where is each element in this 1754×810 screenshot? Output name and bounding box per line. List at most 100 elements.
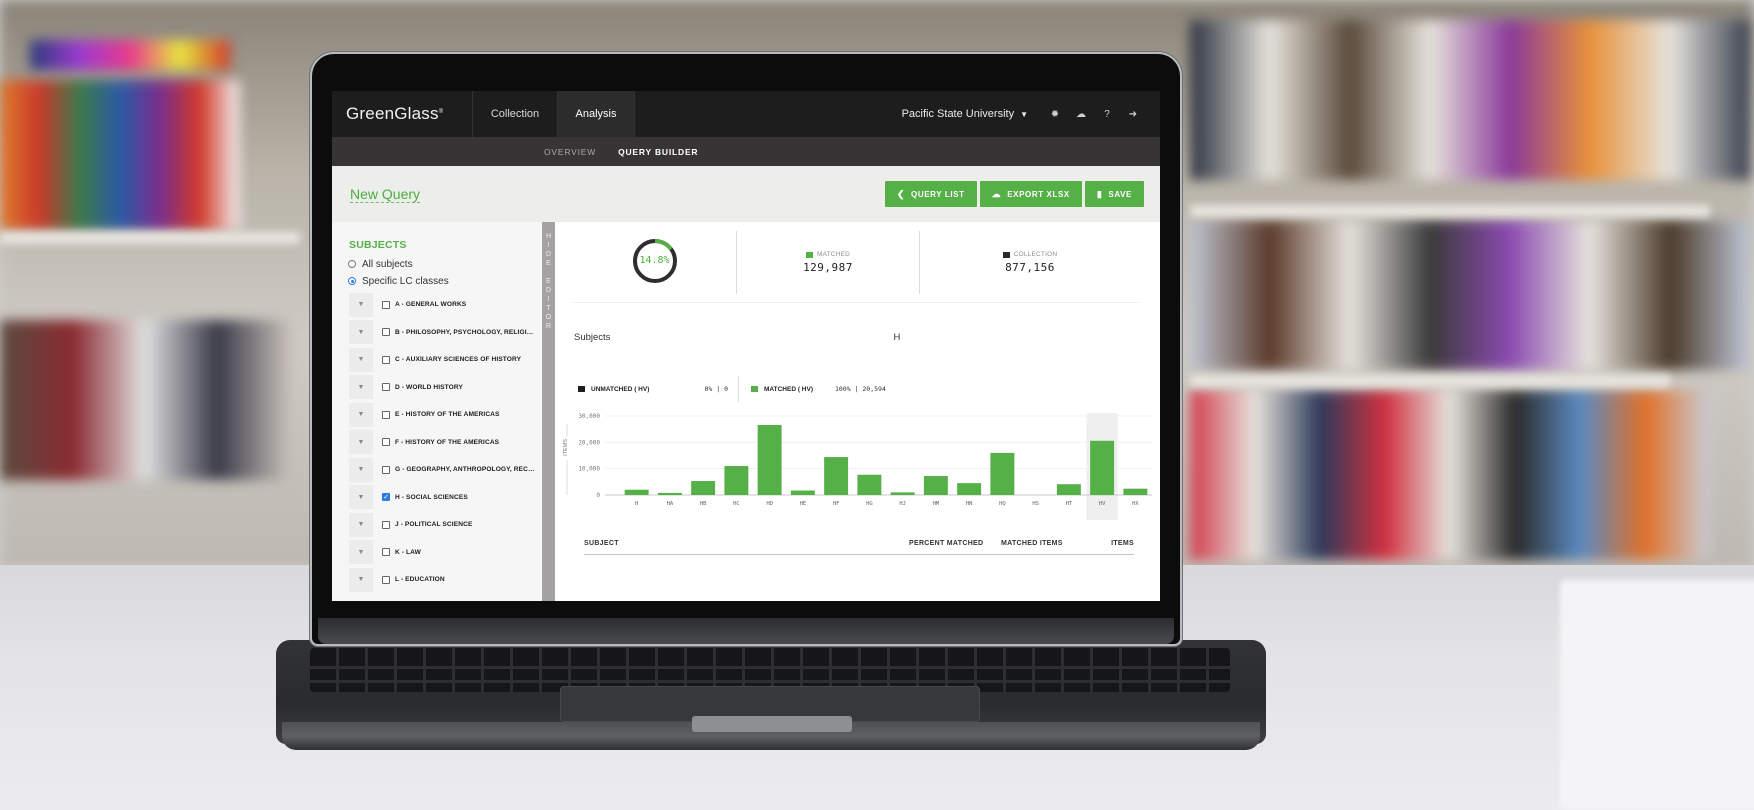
y-tick-label: 30,000 xyxy=(578,413,600,420)
save-button[interactable]: ▮ SAVE xyxy=(1084,181,1144,207)
subnav-query-builder[interactable]: QUERY BUILDER xyxy=(618,147,698,157)
button-label: SAVE xyxy=(1108,189,1132,199)
shelf xyxy=(1190,375,1670,387)
bar-hv xyxy=(1090,440,1115,495)
lc-class-checkbox[interactable] xyxy=(382,383,390,392)
y-axis-label: ITEMS xyxy=(563,439,569,456)
x-tick-label: HF xyxy=(833,501,840,507)
lc-class-checkbox[interactable] xyxy=(382,548,390,557)
help-icon[interactable]: ? xyxy=(1094,109,1120,120)
blurred-books xyxy=(1190,390,1710,560)
nav-tab-analysis[interactable]: Analysis xyxy=(558,91,635,137)
expand-caret-icon[interactable]: ▼ xyxy=(349,292,373,317)
blurred-books xyxy=(30,40,230,70)
bar-hc xyxy=(724,466,749,495)
lc-class-checkbox[interactable] xyxy=(382,410,390,419)
legend-divider xyxy=(738,376,739,402)
lc-class-checkbox[interactable] xyxy=(382,328,390,337)
lc-class-label: B - PHILOSOPHY, PSYCHOLOGY, RELIGION xyxy=(395,328,535,336)
chevron-left-icon: ❮ xyxy=(896,188,906,199)
sub-nav: OVERVIEW QUERY BUILDER xyxy=(332,137,1160,166)
matched-stat: MATCHED 129,987 xyxy=(737,231,920,294)
nav-tab-label: Collection xyxy=(490,108,540,120)
lc-class-label: K - LAW xyxy=(395,548,421,556)
lc-class-label: A - GENERAL WORKS xyxy=(395,301,467,309)
institution-name: Pacific State University xyxy=(901,108,1015,120)
legend-matched: MATCHED ( HV) 100% | 20,594 xyxy=(751,385,886,393)
brand-logo[interactable]: GreenGlass ® xyxy=(332,91,473,137)
x-tick-label: HE xyxy=(800,501,807,507)
lc-class-label: H - SOCIAL SCIENCES xyxy=(395,493,468,501)
radio-specific-lc-classes[interactable]: Specific LC classes xyxy=(348,275,542,287)
bar-hd xyxy=(757,424,782,495)
paper-stack xyxy=(1560,580,1754,810)
col-matched-items[interactable]: MATCHED ITEMS xyxy=(1001,540,1101,547)
collection-label-row: COLLECTION xyxy=(1002,251,1058,258)
lc-class-checkbox[interactable] xyxy=(382,355,390,364)
col-percent-matched[interactable]: PERCENT MATCHED xyxy=(909,540,1001,547)
shelf xyxy=(0,232,300,244)
logout-icon[interactable]: ➜ xyxy=(1120,109,1146,120)
hide-editor-letter: I xyxy=(547,296,550,303)
expand-caret-icon[interactable]: ▼ xyxy=(349,567,373,592)
hide-editor-letter: O xyxy=(545,314,552,321)
nav-right: Pacific State University ▼ ✹ ☁ ? ➜ xyxy=(902,91,1160,137)
lc-class-label: C - AUXILIARY SCIENCES OF HISTORY xyxy=(395,356,522,364)
radio-label: Specific LC classes xyxy=(362,275,449,287)
lc-class-label: J - POLITICAL SCIENCE xyxy=(395,521,473,529)
collection-value: 877,156 xyxy=(1005,261,1055,274)
laptop-notch xyxy=(692,716,852,732)
x-tick-label: HX xyxy=(1132,501,1139,507)
chart-legend: UNMATCHED ( HV) 0% | 0 MATCHED ( HV) 100… xyxy=(578,376,1160,402)
query-title[interactable]: New Query xyxy=(350,186,421,203)
lc-class-item: ▼ ✓ H - SOCIAL SCIENCES xyxy=(332,484,542,512)
expand-caret-icon[interactable]: ▼ xyxy=(349,402,373,427)
subnav-overview[interactable]: OVERVIEW xyxy=(544,147,596,157)
hide-editor-letter: D xyxy=(545,287,552,294)
lc-class-checkbox[interactable] xyxy=(382,465,390,474)
hide-editor-handle[interactable]: HIDE EDITOR xyxy=(542,222,555,601)
cloud-download-icon[interactable]: ☁ xyxy=(1068,109,1094,120)
col-items[interactable]: ITEMS xyxy=(1101,540,1134,547)
nav-tab-collection[interactable]: Collection xyxy=(473,91,558,137)
section-title: Subjects xyxy=(574,332,611,343)
lc-class-checkbox[interactable] xyxy=(382,520,390,529)
expand-caret-icon[interactable]: ▼ xyxy=(349,512,373,537)
bar-ha xyxy=(657,492,682,495)
expand-caret-icon[interactable]: ▼ xyxy=(349,457,373,482)
bar-he xyxy=(790,490,815,495)
bookmark-icon: ▮ xyxy=(1096,188,1103,199)
gear-icon[interactable]: ✹ xyxy=(1042,109,1068,120)
radio-all-subjects[interactable]: All subjects xyxy=(348,259,542,270)
radio-button[interactable] xyxy=(348,260,356,268)
y-tick-label: 10,000 xyxy=(578,466,600,473)
lc-class-checkbox[interactable] xyxy=(382,438,390,447)
col-subject[interactable]: SUBJECT xyxy=(584,540,909,547)
y-tick-label: 20,000 xyxy=(578,439,600,446)
expand-caret-icon[interactable]: ▼ xyxy=(349,430,373,455)
radio-button[interactable] xyxy=(348,277,356,285)
collection-stat: COLLECTION 877,156 xyxy=(920,231,1140,294)
hide-editor-letter: D xyxy=(545,251,552,258)
lc-class-checkbox[interactable] xyxy=(382,575,390,584)
expand-caret-icon[interactable]: ▼ xyxy=(349,540,373,565)
expand-caret-icon[interactable]: ▼ xyxy=(349,485,373,510)
lc-class-checkbox[interactable] xyxy=(382,300,390,309)
query-titlebar: New Query ❮ QUERY LIST ☁ EXPORT XLSX ▮ S… xyxy=(332,166,1160,222)
matched-value: 129,987 xyxy=(803,261,853,274)
caret-down-icon: ▼ xyxy=(1020,109,1028,119)
blurred-books xyxy=(1190,20,1750,180)
expand-caret-icon[interactable]: ▼ xyxy=(349,320,373,345)
query-list-button[interactable]: ❮ QUERY LIST xyxy=(884,181,977,207)
hide-editor-letter: I xyxy=(547,242,550,249)
expand-caret-icon[interactable]: ▼ xyxy=(349,375,373,400)
export-xlsx-button[interactable]: ☁ EXPORT XLSX xyxy=(979,181,1082,207)
lc-class-checkbox[interactable]: ✓ xyxy=(382,493,390,502)
percent-donut: 14.8% xyxy=(631,237,679,285)
x-tick-label: HT xyxy=(1066,501,1073,507)
subjects-bar-chart: 0 10,000 20,000 30,000 ITEMS H HA HB HC HD HE HF HG H… xyxy=(563,413,1152,520)
subjects-section-header: Subjects H xyxy=(574,332,1160,343)
institution-dropdown[interactable]: Pacific State University ▼ xyxy=(902,108,1028,120)
collection-label: COLLECTION xyxy=(1013,251,1058,258)
expand-caret-icon[interactable]: ▼ xyxy=(349,347,373,372)
